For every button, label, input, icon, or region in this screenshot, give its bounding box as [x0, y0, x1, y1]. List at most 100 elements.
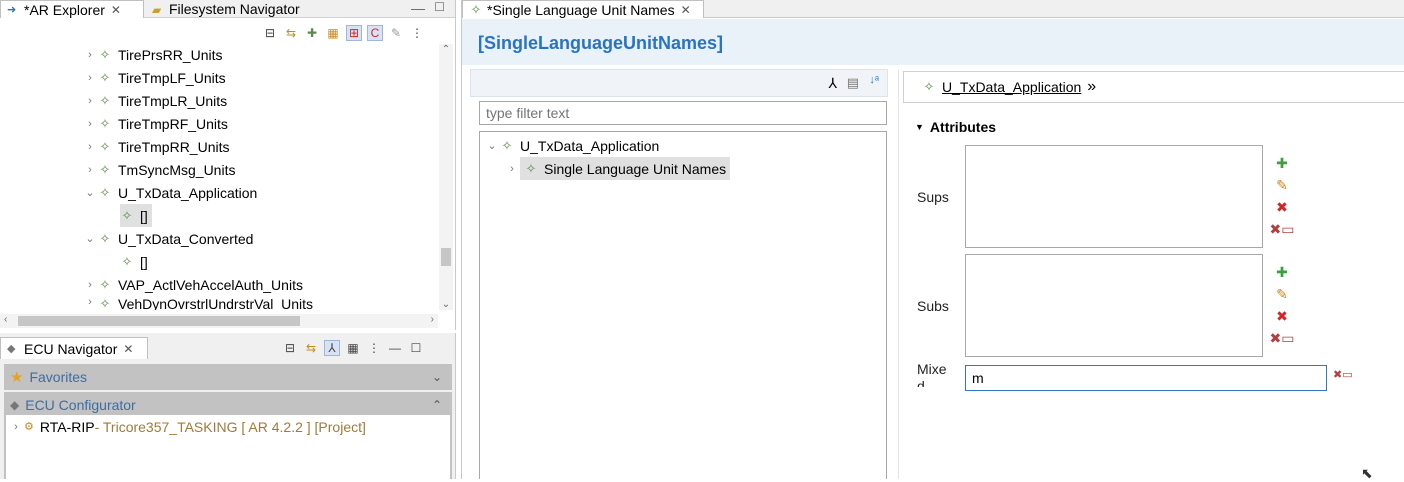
- validation-icon[interactable]: ✎: [388, 25, 404, 41]
- tree-item-label: U_TxData_Converted: [118, 230, 254, 247]
- tree-item[interactable]: ✧ []: [120, 250, 148, 273]
- horizontal-scrollbar[interactable]: ‹ ›: [0, 314, 438, 328]
- sups-list[interactable]: [965, 145, 1263, 248]
- chevron-right-icon[interactable]: ›: [82, 72, 98, 84]
- link-editor-icon[interactable]: ⇆: [283, 25, 299, 41]
- tree-item-selected[interactable]: ✧ Single Language Unit Names: [520, 157, 731, 180]
- gear-icon: ✧: [99, 276, 111, 292]
- document-icon[interactable]: ▤: [847, 75, 859, 91]
- scroll-up-icon[interactable]: ⌃: [439, 44, 453, 55]
- tab-ar-explorer[interactable]: ➜ *AR Explorer ✕: [0, 0, 144, 18]
- maximize-icon[interactable]: ☐: [434, 0, 445, 14]
- chevron-right-icon[interactable]: ›: [8, 421, 24, 433]
- chevron-right-icon[interactable]: ›: [82, 49, 98, 61]
- tree-item[interactable]: › ✧ TireTmpLF_Units: [82, 66, 225, 89]
- close-icon[interactable]: ✕: [681, 3, 691, 17]
- scroll-right-icon[interactable]: ›: [431, 314, 434, 325]
- scroll-left-icon[interactable]: ‹: [4, 314, 7, 325]
- tree-item[interactable]: › ✧ VAP_ActlVehAccelAuth_Units: [82, 273, 303, 296]
- gear-icon: ✧: [99, 115, 111, 131]
- delete-icon[interactable]: ✖: [1273, 196, 1291, 218]
- folder-icon: ▰: [152, 2, 162, 17]
- chevron-right-icon[interactable]: ›: [504, 163, 520, 175]
- tab-ecu-navigator[interactable]: ◆ ECU Navigator ✕: [0, 337, 148, 359]
- tree-item[interactable]: › ✧ TireTmpRF_Units: [82, 112, 228, 135]
- delete-icon[interactable]: ✖: [1273, 305, 1291, 327]
- close-icon[interactable]: ✕: [111, 3, 121, 17]
- chevron-double-right-icon[interactable]: »: [1087, 78, 1096, 96]
- scroll-thumb[interactable]: [441, 248, 451, 266]
- scroll-down-icon[interactable]: ⌄: [439, 299, 453, 310]
- minimize-icon[interactable]: —: [411, 0, 425, 16]
- tree-item-selected[interactable]: ✧ []: [120, 204, 152, 227]
- hierarchy-icon[interactable]: ⅄: [828, 75, 837, 92]
- collapse-all-icon[interactable]: ⊟: [282, 340, 298, 356]
- mixed-input[interactable]: [965, 365, 1327, 391]
- gear-icon: ✧: [99, 184, 111, 200]
- clear-icon[interactable]: ✖▭: [1270, 218, 1295, 240]
- scroll-thumb[interactable]: [18, 316, 300, 326]
- favorites-section[interactable]: ★ Favorites ⌄: [4, 364, 452, 390]
- tree-item-label: Single Language Unit Names: [544, 160, 727, 177]
- chevron-right-icon[interactable]: ›: [82, 95, 98, 107]
- chevron-down-icon[interactable]: ⌄: [82, 186, 98, 199]
- tab-label: Filesystem Navigator: [169, 1, 300, 17]
- chevron-down-icon[interactable]: ⌄: [82, 232, 98, 245]
- project-detail: - Tricore357_TASKING [ AR 4.2.2 ] [Proje…: [94, 418, 366, 435]
- tree-item[interactable]: ⌄ ✧ U_TxData_Converted: [82, 227, 253, 250]
- expand-icon[interactable]: ⌄: [432, 370, 442, 384]
- tree-item[interactable]: ⌄ ✧ U_TxData_Application: [82, 181, 257, 204]
- sort-icon[interactable]: ↓ᵃ: [869, 74, 879, 86]
- chevron-right-icon[interactable]: ›: [82, 164, 98, 176]
- vertical-scrollbar[interactable]: ⌃ ⌄: [439, 44, 453, 310]
- close-icon[interactable]: ✕: [123, 342, 133, 356]
- maximize-icon[interactable]: ☐: [408, 340, 424, 356]
- ar-explorer-icon: ➜: [7, 4, 17, 16]
- expand-triangle-icon[interactable]: ▼: [915, 122, 924, 132]
- subs-list[interactable]: [965, 254, 1263, 357]
- attributes-section-header[interactable]: ▼ Attributes: [915, 119, 996, 135]
- clear-icon[interactable]: ✖▭: [1270, 327, 1295, 349]
- project-item[interactable]: › ⚙ RTA-RIP - Tricore357_TASKING [ AR 4.…: [8, 415, 366, 438]
- layout-icon[interactable]: ▦: [345, 340, 361, 356]
- tree-item[interactable]: › ✧ TirePrsRR_Units: [82, 43, 222, 66]
- breadcrumb-link[interactable]: U_TxData_Application: [942, 79, 1081, 95]
- new-element-icon[interactable]: ✚: [304, 25, 320, 41]
- tree-item[interactable]: › ✧ Single Language Unit Names: [504, 157, 731, 180]
- pencil-icon[interactable]: ✎: [1273, 283, 1291, 305]
- tree-item[interactable]: ⌄ ✧ U_TxData_Application: [484, 134, 659, 157]
- pencil-icon[interactable]: ✎: [1273, 174, 1291, 196]
- clear-icon[interactable]: ✖▭: [1333, 368, 1353, 381]
- chevron-right-icon[interactable]: ›: [82, 118, 98, 130]
- plus-icon[interactable]: ✚: [1273, 261, 1291, 283]
- tree-item-label: TmSyncMsg_Units: [118, 161, 236, 178]
- view-menu-icon[interactable]: ⋮: [366, 340, 382, 356]
- tree-item[interactable]: › ✧ TmSyncMsg_Units: [82, 158, 235, 181]
- plus-icon[interactable]: ✚: [1273, 152, 1291, 174]
- filter-input[interactable]: [479, 101, 887, 125]
- sups-actions: ✚ ✎ ✖ ✖▭: [1270, 152, 1295, 240]
- gear-icon: ✧: [99, 296, 111, 310]
- configurator-icon: ◆: [10, 398, 20, 412]
- chevron-down-icon[interactable]: ⌄: [484, 139, 500, 152]
- chevron-right-icon[interactable]: ›: [82, 279, 98, 291]
- tree-item[interactable]: › ✧ TireTmpLR_Units: [82, 89, 227, 112]
- new-package-icon[interactable]: ▦: [325, 25, 341, 41]
- chevron-right-icon[interactable]: ›: [82, 141, 98, 153]
- filter-icon[interactable]: ⊞: [346, 25, 362, 41]
- tree-item-label: VAP_ActlVehAccelAuth_Units: [118, 276, 303, 293]
- sync-icon[interactable]: C: [367, 25, 383, 41]
- minimize-icon[interactable]: —: [387, 340, 403, 356]
- collapse-all-icon[interactable]: ⊟: [262, 25, 278, 41]
- gear-icon: ✧: [501, 137, 513, 153]
- tree-item[interactable]: › ✧ VehDynOvrstrlUndrstrVal_Units: [82, 296, 313, 310]
- link-editor-icon[interactable]: ⇆: [303, 340, 319, 356]
- tab-single-language-unit-names[interactable]: ✧ *Single Language Unit Names ✕: [462, 0, 704, 18]
- tree-item[interactable]: › ✧ TireTmpRR_Units: [82, 135, 229, 158]
- tab-filesystem-navigator[interactable]: ▰ Filesystem Navigator: [146, 0, 310, 18]
- chevron-right-icon[interactable]: ›: [82, 296, 98, 308]
- tree-item-label: TireTmpLR_Units: [118, 92, 228, 109]
- view-menu-icon[interactable]: ⋮: [409, 25, 425, 41]
- collapse-icon[interactable]: ⌃: [432, 398, 442, 412]
- hierarchy-icon[interactable]: ⅄: [324, 340, 340, 356]
